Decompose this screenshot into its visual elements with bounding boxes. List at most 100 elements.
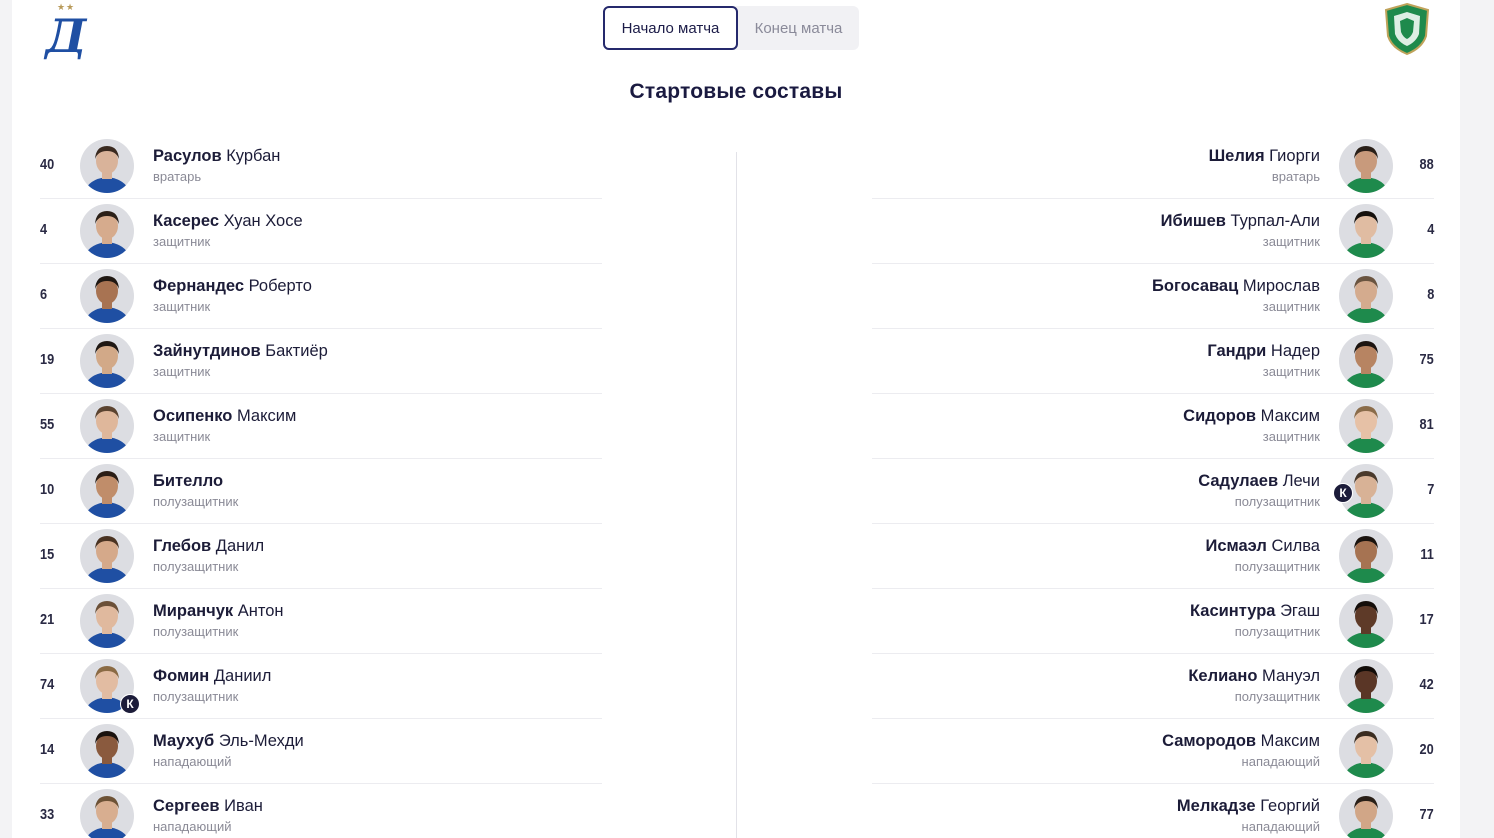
player-row[interactable]: 14 Маухуб Эль-Мехди нападающий [40,719,602,784]
player-photo[interactable] [80,594,134,648]
match-phase-tabs: Начало матча Конец матча [603,6,859,50]
player-photo[interactable] [80,139,134,193]
player-photo[interactable] [80,334,134,388]
player-name[interactable]: Сергеев Иван [153,797,263,816]
player-row[interactable]: 74 Фомин Даниил полузащитник К [40,654,602,719]
player-name[interactable]: Касерес Хуан Хосе [153,212,303,231]
player-row[interactable]: 4 Ибишев Турпал-Али защитник [872,199,1434,264]
player-photo[interactable] [80,204,134,258]
player-row[interactable]: 19 Зайнутдинов Бактиёр защитник [40,329,602,394]
player-position: защитник [153,364,211,379]
player-row[interactable]: 40 Расулов Курбан вратарь [40,134,602,199]
tab-match-start[interactable]: Начало матча [603,6,738,50]
player-row[interactable]: 42 Келиано Мануэл полузащитник [872,654,1434,719]
player-photo[interactable] [80,269,134,323]
player-row[interactable]: 20 Самородов Максим нападающий [872,719,1434,784]
player-photo[interactable] [80,464,134,518]
player-name[interactable]: Касинтура Эгаш [1190,602,1320,621]
player-row[interactable]: 75 Гандри Надер защитник [872,329,1434,394]
player-info: Исмаэл Силва полузащитник [1205,537,1320,574]
tab-match-end[interactable]: Конец матча [738,6,859,50]
player-name[interactable]: Ибишев Турпал-Али [1161,212,1320,231]
player-surname: Расулов [153,147,222,165]
player-info: Миранчук Антон полузащитник [153,602,284,639]
player-firstname: Антон [237,602,284,620]
player-row[interactable]: 55 Осипенко Максим защитник [40,394,602,459]
player-firstname: Роберто [248,277,312,295]
player-surname: Мелкадзе [1176,797,1256,815]
player-firstname: Эль-Мехди [218,732,304,750]
player-position: защитник [1262,364,1320,379]
player-number: 8 [1426,286,1434,303]
player-number: 4 [1426,221,1434,238]
player-name[interactable]: Глебов Данил [153,537,264,556]
player-photo[interactable] [80,399,134,453]
player-row[interactable]: 11 Исмаэл Силва полузащитник [872,524,1434,589]
player-number: 21 [40,611,55,628]
player-name[interactable]: Шелия Гиорги [1209,147,1320,166]
player-row[interactable]: 88 Шелия Гиорги вратарь [872,134,1434,199]
player-name[interactable]: Садулаев Лечи [1198,472,1320,491]
player-name[interactable]: Гандри Надер [1207,342,1320,361]
player-name[interactable]: Фомин Даниил [153,667,271,686]
player-photo[interactable] [1339,269,1393,323]
player-row[interactable]: 81 Сидоров Максим защитник [872,394,1434,459]
player-name[interactable]: Исмаэл Силва [1205,537,1320,556]
player-surname: Глебов [153,537,212,555]
player-photo[interactable] [1339,594,1393,648]
player-row[interactable]: 8 Богосавац Мирослав защитник [872,264,1434,329]
player-photo[interactable] [1339,659,1393,713]
player-position: защитник [1262,429,1320,444]
player-info: Глебов Данил полузащитник [153,537,264,574]
dynamo-logo: ★ ★ Д [44,3,88,60]
player-photo[interactable] [1339,399,1393,453]
player-name[interactable]: Бителло [153,472,238,491]
player-photo[interactable] [1339,204,1393,258]
player-position: нападающий [1241,819,1320,834]
player-surname: Бителло [153,472,224,490]
player-position: полузащитник [1234,689,1320,704]
player-name[interactable]: Богосавац Мирослав [1152,277,1320,296]
page-title: Стартовые составы [629,80,843,103]
home-lineup: 40 Расулов Курбан вратарь 4 Касерес Хуан Хос… [40,134,602,838]
player-number: 11 [1420,546,1434,563]
player-name[interactable]: Самородов Максим [1162,732,1320,751]
player-info: Самородов Максим нападающий [1162,732,1320,769]
player-position: полузащитник [1234,494,1320,509]
player-surname: Садулаев [1198,472,1279,490]
player-name[interactable]: Расулов Курбан [153,147,280,166]
player-name[interactable]: Маухуб Эль-Мехди [153,732,304,751]
column-divider [736,152,737,838]
player-info: Касинтура Эгаш полузащитник [1190,602,1320,639]
player-name[interactable]: Сидоров Максим [1183,407,1320,426]
player-photo[interactable] [80,724,134,778]
player-photo[interactable] [80,529,134,583]
player-row[interactable]: 4 Касерес Хуан Хосе защитник [40,199,602,264]
player-photo[interactable] [1339,529,1393,583]
player-name[interactable]: Миранчук Антон [153,602,284,621]
player-photo[interactable] [1339,724,1393,778]
player-name[interactable]: Келиано Мануэл [1188,667,1320,686]
player-photo[interactable] [1339,139,1393,193]
player-row[interactable]: 21 Миранчук Антон полузащитник [40,589,602,654]
player-name[interactable]: Зайнутдинов Бактиёр [153,342,328,361]
player-firstname: Георгий [1260,797,1320,815]
player-name[interactable]: Мелкадзе Георгий [1177,797,1320,816]
player-name[interactable]: Осипенко Максим [153,407,296,426]
away-lineup: 88 Шелия Гиорги вратарь 4 Ибишев Турпал-Али з… [872,134,1434,838]
player-photo[interactable] [80,789,134,838]
player-surname: Маухуб [153,732,215,750]
player-row[interactable]: 33 Сергеев Иван нападающий [40,784,602,838]
player-row[interactable]: 6 Фернандес Роберто защитник [40,264,602,329]
player-row[interactable]: 10 Бителло полузащитник [40,459,602,524]
player-number: 19 [40,351,55,368]
player-name[interactable]: Фернандес Роберто [153,277,312,296]
player-position: вратарь [1271,169,1320,184]
player-photo[interactable] [1339,789,1393,838]
player-row[interactable]: 17 Касинтура Эгаш полузащитник [872,589,1434,654]
player-photo[interactable] [1339,334,1393,388]
player-position: полузащитник [1234,624,1320,639]
player-row[interactable]: 15 Глебов Данил полузащитник [40,524,602,589]
player-row[interactable]: 77 Мелкадзе Георгий нападающий [872,784,1434,838]
player-row[interactable]: 7 Садулаев Лечи полузащитник К [872,459,1434,524]
